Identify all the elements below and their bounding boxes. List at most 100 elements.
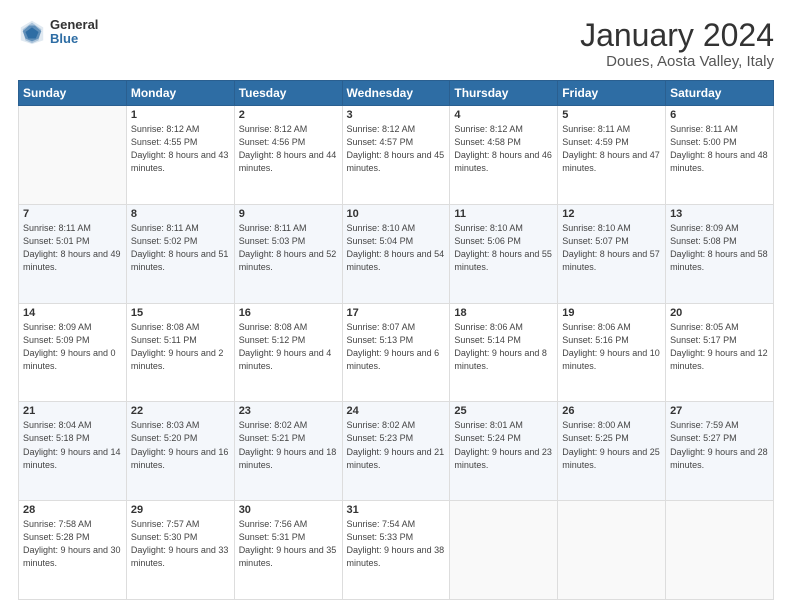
calendar-cell: 18 Sunrise: 8:06 AMSunset: 5:14 PMDayligh… xyxy=(450,303,558,402)
day-info: Sunrise: 7:58 AMSunset: 5:28 PMDaylight:… xyxy=(23,518,122,570)
day-number: 1 xyxy=(131,109,230,121)
calendar-cell: 3Sunrise: 8:12 AMSunset: 4:57 PMDaylight… xyxy=(342,106,450,205)
day-info: Sunrise: 8:11 AMSunset: 4:59 PMDaylight:… xyxy=(562,123,661,175)
header: General Blue January 2024 Doues, Aosta V… xyxy=(18,18,774,70)
day-info: Sunrise: 7:59 AMSunset: 5:27 PMDaylight:… xyxy=(670,419,769,471)
day-number: 30 xyxy=(239,504,338,516)
calendar-week-row: 1 Sunrise: 8:12 AMSunset: 4:55 PMDaylight… xyxy=(19,106,774,205)
day-info: Sunrise: 8:05 AMSunset: 5:17 PMDaylight:… xyxy=(670,321,769,373)
calendar-cell: 15 Sunrise: 8:08 AMSunset: 5:11 PMDayligh… xyxy=(126,303,234,402)
calendar-header-wednesday: Wednesday xyxy=(342,81,450,106)
day-info: Sunrise: 7:57 AMSunset: 5:30 PMDaylight:… xyxy=(131,518,230,570)
calendar-header-monday: Monday xyxy=(126,81,234,106)
calendar-cell: 9 Sunrise: 8:11 AMSunset: 5:03 PMDaylight… xyxy=(234,204,342,303)
day-info: Sunrise: 8:06 AMSunset: 5:14 PMDaylight:… xyxy=(454,321,553,373)
day-number: 2 xyxy=(239,109,338,121)
calendar-cell: 30Sunrise: 7:56 AMSunset: 5:31 PMDayligh… xyxy=(234,501,342,600)
day-info: Sunrise: 8:12 AMSunset: 4:58 PMDaylight:… xyxy=(454,123,553,175)
day-info: Sunrise: 7:54 AMSunset: 5:33 PMDaylight:… xyxy=(347,518,446,570)
calendar-cell: 26Sunrise: 8:00 AMSunset: 5:25 PMDayligh… xyxy=(558,402,666,501)
logo: General Blue xyxy=(18,18,98,47)
calendar-cell: 22 Sunrise: 8:03 AMSunset: 5:20 PMDayligh… xyxy=(126,402,234,501)
day-number: 7 xyxy=(23,208,122,220)
day-number: 20 xyxy=(670,307,769,319)
day-number: 11 xyxy=(454,208,553,220)
calendar-header-sunday: Sunday xyxy=(19,81,127,106)
calendar-header-friday: Friday xyxy=(558,81,666,106)
day-info: Sunrise: 8:10 AMSunset: 5:07 PMDaylight:… xyxy=(562,222,661,274)
day-number: 16 xyxy=(239,307,338,319)
day-number: 5 xyxy=(562,109,661,121)
calendar-header-tuesday: Tuesday xyxy=(234,81,342,106)
day-info: Sunrise: 8:01 AMSunset: 5:24 PMDaylight:… xyxy=(454,419,553,471)
logo-text: General Blue xyxy=(50,18,98,47)
day-number: 23 xyxy=(239,405,338,417)
day-info: Sunrise: 8:10 AMSunset: 5:04 PMDaylight:… xyxy=(347,222,446,274)
day-number: 29 xyxy=(131,504,230,516)
calendar-week-row: 7 Sunrise: 8:11 AMSunset: 5:01 PMDaylight… xyxy=(19,204,774,303)
day-number: 14 xyxy=(23,307,122,319)
calendar-cell: 23 Sunrise: 8:02 AMSunset: 5:21 PMDayligh… xyxy=(234,402,342,501)
calendar-cell: 14 Sunrise: 8:09 AMSunset: 5:09 PMDayligh… xyxy=(19,303,127,402)
calendar-cell: 4Sunrise: 8:12 AMSunset: 4:58 PMDaylight… xyxy=(450,106,558,205)
calendar-cell: 13Sunrise: 8:09 AMSunset: 5:08 PMDayligh… xyxy=(666,204,774,303)
calendar-cell: 24Sunrise: 8:02 AMSunset: 5:23 PMDayligh… xyxy=(342,402,450,501)
calendar-cell: 6 Sunrise: 8:11 AMSunset: 5:00 PMDaylight… xyxy=(666,106,774,205)
calendar-cell: 1 Sunrise: 8:12 AMSunset: 4:55 PMDaylight… xyxy=(126,106,234,205)
logo-general-text: General xyxy=(50,18,98,32)
page-title: January 2024 xyxy=(580,18,774,53)
calendar-cell xyxy=(666,501,774,600)
calendar-cell: 8 Sunrise: 8:11 AMSunset: 5:02 PMDaylight… xyxy=(126,204,234,303)
day-number: 25 xyxy=(454,405,553,417)
day-info: Sunrise: 8:11 AMSunset: 5:02 PMDaylight:… xyxy=(131,222,230,274)
calendar-cell: 29 Sunrise: 7:57 AMSunset: 5:30 PMDayligh… xyxy=(126,501,234,600)
day-number: 8 xyxy=(131,208,230,220)
day-info: Sunrise: 8:02 AMSunset: 5:23 PMDaylight:… xyxy=(347,419,446,471)
day-info: Sunrise: 8:08 AMSunset: 5:11 PMDaylight:… xyxy=(131,321,230,373)
day-number: 21 xyxy=(23,405,122,417)
calendar-week-row: 21 Sunrise: 8:04 AMSunset: 5:18 PMDayligh… xyxy=(19,402,774,501)
calendar-cell: 17Sunrise: 8:07 AMSunset: 5:13 PMDayligh… xyxy=(342,303,450,402)
calendar-cell: 2 Sunrise: 8:12 AMSunset: 4:56 PMDaylight… xyxy=(234,106,342,205)
calendar-week-row: 28 Sunrise: 7:58 AMSunset: 5:28 PMDayligh… xyxy=(19,501,774,600)
day-info: Sunrise: 8:09 AMSunset: 5:09 PMDaylight:… xyxy=(23,321,122,373)
day-number: 12 xyxy=(562,208,661,220)
day-number: 22 xyxy=(131,405,230,417)
calendar-cell: 19Sunrise: 8:06 AMSunset: 5:16 PMDayligh… xyxy=(558,303,666,402)
day-info: Sunrise: 8:12 AMSunset: 4:55 PMDaylight:… xyxy=(131,123,230,175)
day-number: 28 xyxy=(23,504,122,516)
page-subtitle: Doues, Aosta Valley, Italy xyxy=(580,53,774,70)
calendar-header-row: SundayMondayTuesdayWednesdayThursdayFrid… xyxy=(19,81,774,106)
day-number: 17 xyxy=(347,307,446,319)
day-number: 9 xyxy=(239,208,338,220)
day-info: Sunrise: 8:03 AMSunset: 5:20 PMDaylight:… xyxy=(131,419,230,471)
calendar-cell: 28 Sunrise: 7:58 AMSunset: 5:28 PMDayligh… xyxy=(19,501,127,600)
logo-icon xyxy=(18,18,46,46)
day-info: Sunrise: 8:02 AMSunset: 5:21 PMDaylight:… xyxy=(239,419,338,471)
page: General Blue January 2024 Doues, Aosta V… xyxy=(0,0,792,612)
day-info: Sunrise: 8:11 AMSunset: 5:01 PMDaylight:… xyxy=(23,222,122,274)
calendar-header-thursday: Thursday xyxy=(450,81,558,106)
calendar-cell: 11 Sunrise: 8:10 AMSunset: 5:06 PMDayligh… xyxy=(450,204,558,303)
day-info: Sunrise: 8:04 AMSunset: 5:18 PMDaylight:… xyxy=(23,419,122,471)
calendar-header-saturday: Saturday xyxy=(666,81,774,106)
day-number: 6 xyxy=(670,109,769,121)
calendar-table: SundayMondayTuesdayWednesdayThursdayFrid… xyxy=(18,80,774,600)
day-info: Sunrise: 8:10 AMSunset: 5:06 PMDaylight:… xyxy=(454,222,553,274)
logo-blue-text: Blue xyxy=(50,32,98,46)
day-info: Sunrise: 8:12 AMSunset: 4:56 PMDaylight:… xyxy=(239,123,338,175)
day-number: 18 xyxy=(454,307,553,319)
calendar-cell xyxy=(558,501,666,600)
calendar-cell: 31Sunrise: 7:54 AMSunset: 5:33 PMDayligh… xyxy=(342,501,450,600)
day-info: Sunrise: 8:11 AMSunset: 5:03 PMDaylight:… xyxy=(239,222,338,274)
day-info: Sunrise: 8:11 AMSunset: 5:00 PMDaylight:… xyxy=(670,123,769,175)
title-block: January 2024 Doues, Aosta Valley, Italy xyxy=(580,18,774,70)
calendar-cell: 25 Sunrise: 8:01 AMSunset: 5:24 PMDayligh… xyxy=(450,402,558,501)
calendar-cell xyxy=(450,501,558,600)
calendar-cell: 21 Sunrise: 8:04 AMSunset: 5:18 PMDayligh… xyxy=(19,402,127,501)
calendar-cell: 5 Sunrise: 8:11 AMSunset: 4:59 PMDaylight… xyxy=(558,106,666,205)
day-number: 15 xyxy=(131,307,230,319)
day-info: Sunrise: 8:09 AMSunset: 5:08 PMDaylight:… xyxy=(670,222,769,274)
calendar-cell: 7 Sunrise: 8:11 AMSunset: 5:01 PMDaylight… xyxy=(19,204,127,303)
day-info: Sunrise: 8:06 AMSunset: 5:16 PMDaylight:… xyxy=(562,321,661,373)
